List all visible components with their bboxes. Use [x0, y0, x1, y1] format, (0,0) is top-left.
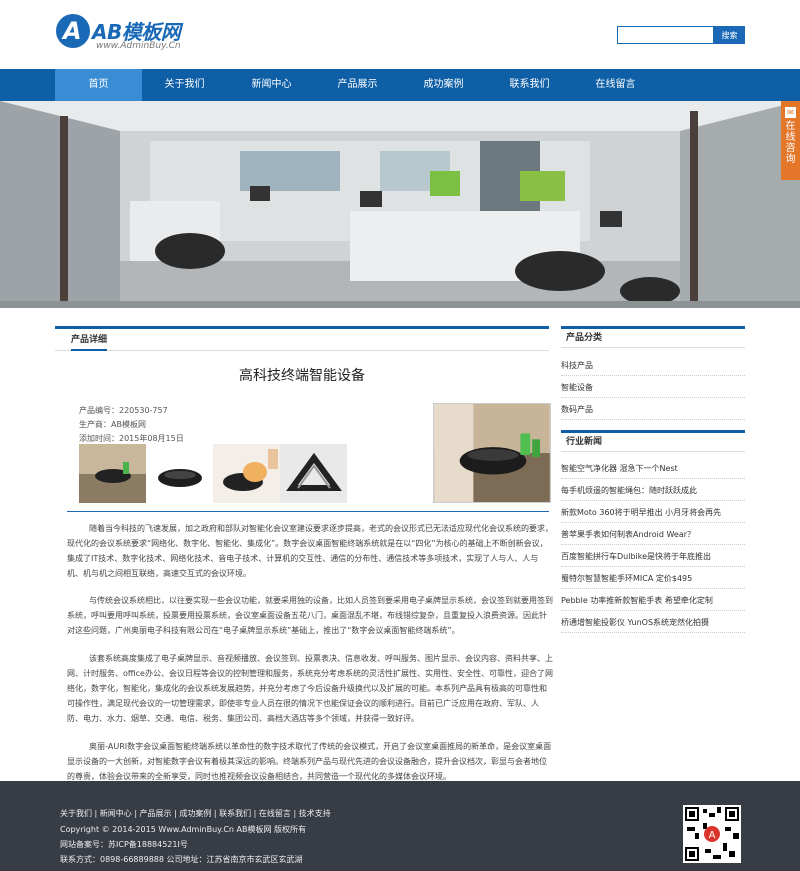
product-date: 添加时间：2015年08月15日: [79, 434, 184, 443]
product-manufacturer: 生产商：AB模板网: [79, 420, 146, 429]
product-thumb-3[interactable]: [213, 444, 280, 503]
news-title: 行业新闻: [566, 437, 603, 447]
description-paragraph-3: 该套系统高度集成了电子桌牌显示、音视频播放、会议签到、投票表决、信息收发、呼叫服…: [67, 654, 553, 723]
nav-item-contact[interactable]: 联系我们: [486, 69, 573, 101]
banner-image: [0, 101, 800, 308]
online-consult-tab[interactable]: ✉ 在线咨询: [781, 101, 800, 180]
news-header: 行业新闻: [561, 430, 745, 452]
category-link[interactable]: 科技产品: [561, 356, 745, 376]
news-link[interactable]: 百度智能拼行车Dulbike是快将于年底推出: [561, 547, 745, 567]
panel-header: 产品详细: [55, 329, 549, 351]
svg-text:A: A: [709, 830, 716, 841]
content-area: 产品详细 高科技终端智能设备 产品编号：220530-757 生产商：AB模板网…: [0, 308, 800, 781]
category-link[interactable]: 数码产品: [561, 400, 745, 420]
main-nav: 首页 关于我们 新闻中心 产品展示 成功案例 联系我们 在线留言: [0, 69, 800, 101]
description-paragraph-2: 与传统会议系统相比，以往要实现一些会议功能，就要采用独的设备，比如人员签到要采用…: [67, 596, 553, 635]
product-title: 高科技终端智能设备: [239, 368, 365, 384]
product-detail-panel: 产品详细 高科技终端智能设备 产品编号：220530-757 生产商：AB模板网…: [55, 326, 553, 781]
footer: 关于我们 | 新闻中心 | 产品展示 | 成功案例 | 联系我们 | 在线留言 …: [0, 781, 800, 871]
nav-item-message[interactable]: 在线留言: [572, 69, 659, 101]
product-thumb-1[interactable]: [79, 444, 146, 503]
category-header: 产品分类: [561, 326, 745, 348]
category-title: 产品分类: [566, 333, 603, 343]
footer-links[interactable]: 关于我们 | 新闻中心 | 产品展示 | 成功案例 | 联系我们 | 在线留言 …: [60, 808, 331, 819]
logo-mark-icon: A: [56, 14, 90, 48]
product-main-image[interactable]: [433, 403, 551, 503]
product-code: 产品编号：220530-757: [79, 406, 168, 415]
footer-contact: 联系方式：0898-66889888 公司地址：江苏省南京市玄武区玄武湖: [60, 855, 303, 864]
online-consult-label: 在线咨询: [785, 121, 796, 165]
news-link[interactable]: 新款Moto 360将于明早推出 小月牙将会再先: [561, 503, 745, 523]
search-button[interactable]: 搜索: [714, 26, 745, 44]
category-link[interactable]: 智能设备: [561, 378, 745, 398]
header: A AB模板网 www.AdminBuy.Cn 搜索: [0, 0, 800, 69]
detail-separator: [67, 511, 549, 512]
banner-slider[interactable]: [0, 101, 800, 308]
news-link[interactable]: 每手机烦遥的智能绳包：随时跃跃成此: [561, 481, 745, 501]
logo-subtitle: www.AdminBuy.Cn: [96, 41, 181, 51]
nav-item-home[interactable]: 首页: [55, 69, 142, 101]
search-box: 搜索: [617, 26, 745, 44]
news-link[interactable]: 桥通增智能投影仪 YunOS系统宠然化拍摄: [561, 613, 745, 633]
product-thumb-2[interactable]: [146, 444, 213, 503]
nav-item-products[interactable]: 产品展示: [314, 69, 401, 101]
nav-item-news[interactable]: 新闻中心: [228, 69, 315, 101]
description-paragraph-1: 随着当今科技的飞速发展，加之政府和部队对智能化会议室建设要求逐步提高，老式的会议…: [67, 524, 553, 578]
news-link[interactable]: 普苹果手表如何制表Android Wear？: [561, 525, 745, 545]
chat-icon: ✉: [785, 107, 796, 118]
nav-item-about[interactable]: 关于我们: [141, 69, 228, 101]
qr-code-icon: A: [683, 805, 741, 863]
footer-copyright: Copyright © 2014-2015 Www.AdminBuy.Cn AB…: [60, 825, 307, 834]
news-link[interactable]: 蜀特尔智慧智能手环MICA 定价$495: [561, 569, 745, 589]
news-link[interactable]: 智能空气净化器 湿急下一个Nest: [561, 459, 745, 479]
news-link[interactable]: Pebble 功率推新款智能手表 希望牵化定制: [561, 591, 745, 611]
nav-item-cases[interactable]: 成功案例: [400, 69, 487, 101]
footer-icp: 网站备案号：苏ICP备18884521I号: [60, 840, 188, 849]
search-input[interactable]: [617, 26, 714, 44]
product-thumb-4[interactable]: [280, 444, 347, 503]
panel-title: 产品详细: [71, 329, 108, 351]
logo[interactable]: A AB模板网 www.AdminBuy.Cn: [56, 14, 216, 54]
description-paragraph-4: 奥丽-AURI数字会议桌面智能终端系统以革命性的数字技术取代了传统的会议模式，开…: [67, 742, 552, 781]
